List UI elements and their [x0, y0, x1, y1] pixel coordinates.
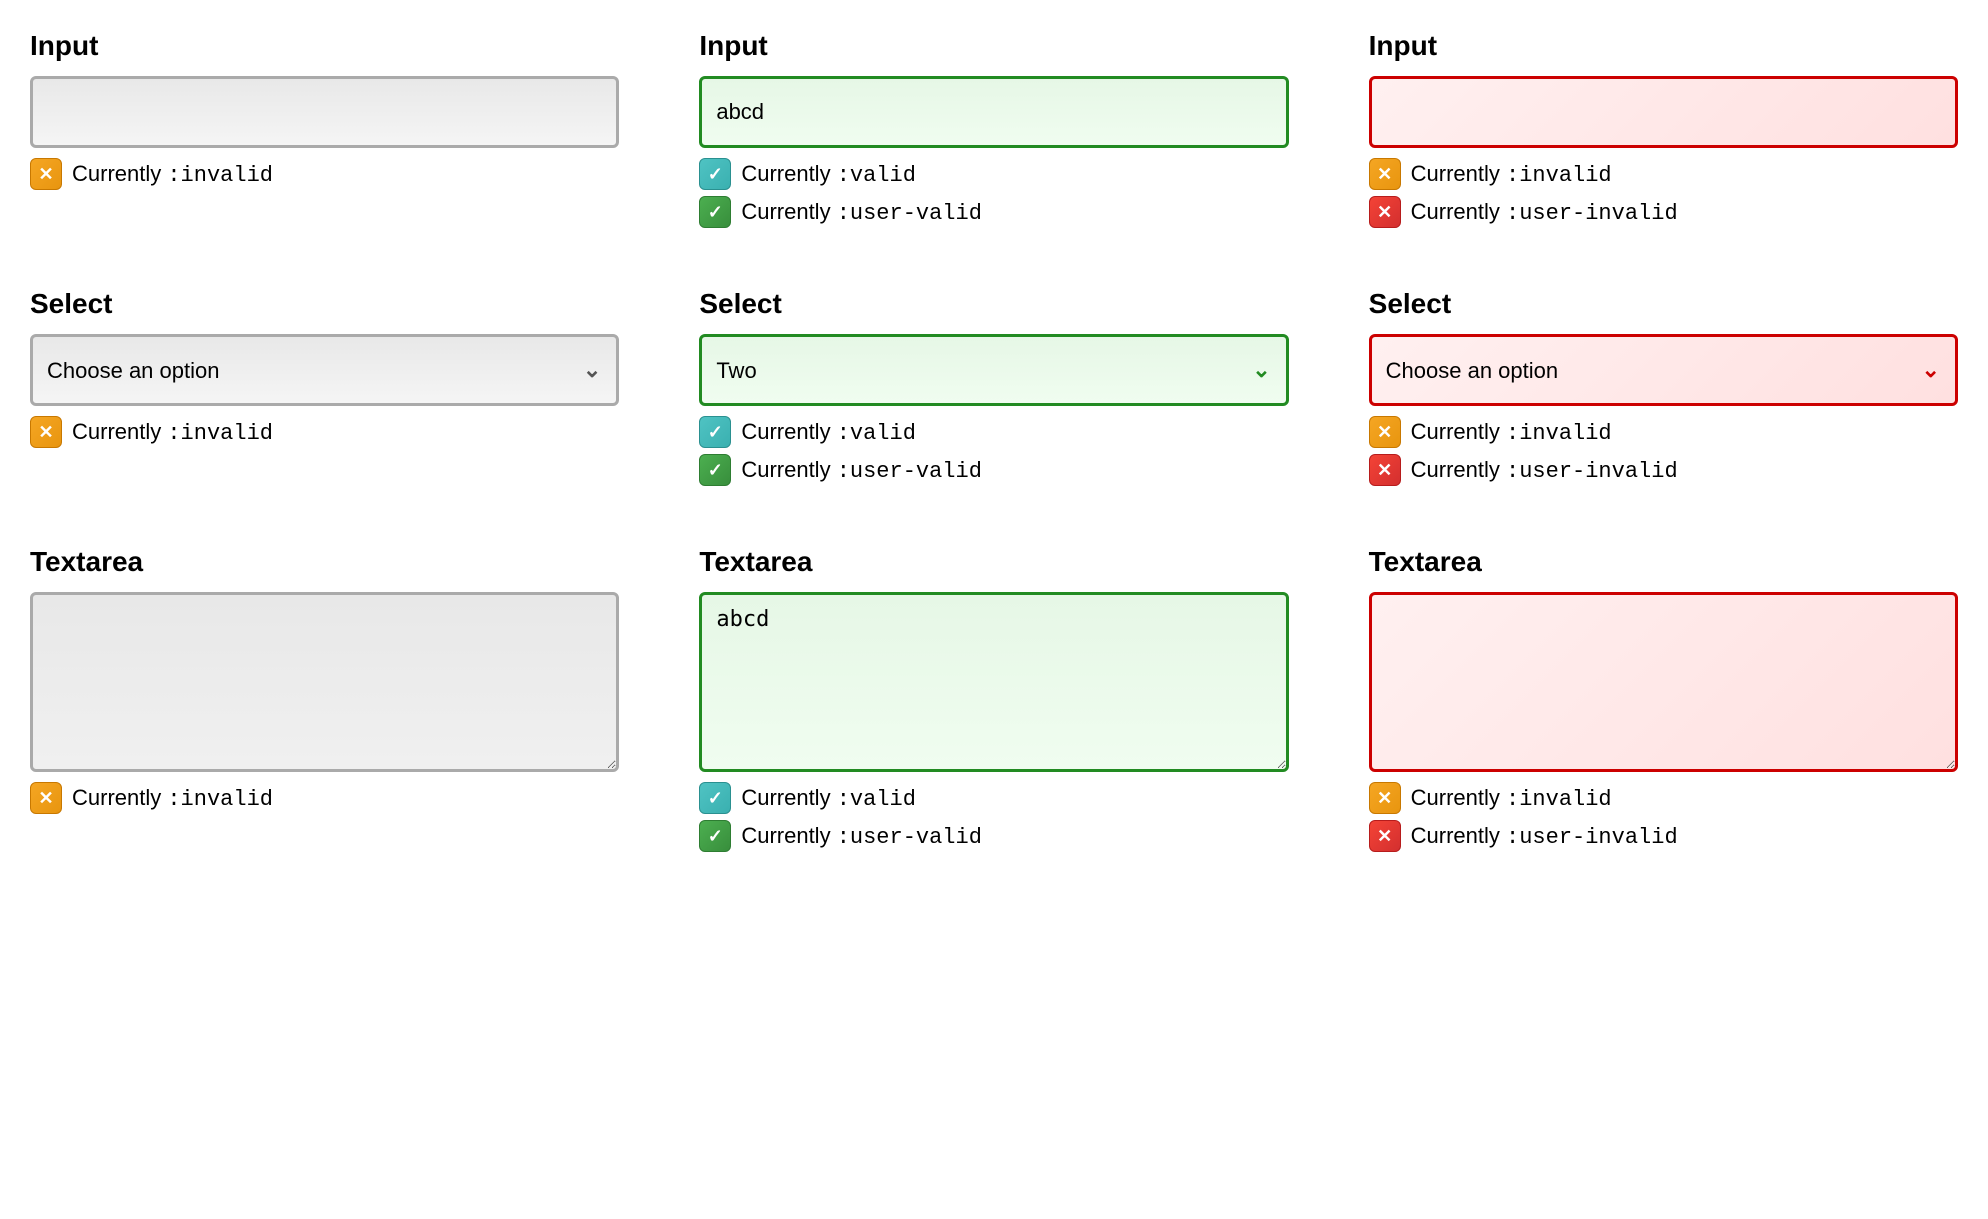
cell-input-invalid: Input ✕ Currently :invalid ✕ Currently :… — [1369, 30, 1958, 228]
textarea-default[interactable] — [30, 592, 619, 772]
select-valid[interactable]: Choose an option One Two Three — [699, 334, 1288, 406]
status-text-valid-1: Currently :valid — [741, 161, 916, 188]
input-valid[interactable] — [699, 76, 1288, 148]
status-text-user-invalid-input-1: Currently :user-invalid — [1411, 199, 1678, 226]
status-list-input-invalid: ✕ Currently :invalid ✕ Currently :user-i… — [1369, 158, 1958, 228]
status-text-invalid-1: Currently :invalid — [72, 161, 273, 188]
badge-green-1: ✓ — [699, 196, 731, 228]
status-item-select-user-invalid-1: ✕ Currently :user-invalid — [1369, 454, 1958, 486]
label-input-invalid: Input — [1369, 30, 1958, 62]
status-text-textarea-invalid-1: Currently :invalid — [72, 785, 273, 812]
status-item-user-invalid-input-1: ✕ Currently :user-invalid — [1369, 196, 1958, 228]
select-invalid[interactable]: Choose an option One Two Three — [1369, 334, 1958, 406]
label-select-valid: Select — [699, 288, 1288, 320]
select-default[interactable]: Choose an option One Two Three — [30, 334, 619, 406]
status-item-select-invalid-col3-1: ✕ Currently :invalid — [1369, 416, 1958, 448]
badge-orange-select-default: ✕ — [30, 416, 62, 448]
cell-textarea-invalid: Textarea ✕ Currently :invalid ✕ Currentl… — [1369, 546, 1958, 852]
status-item-textarea-user-invalid-1: ✕ Currently :user-invalid — [1369, 820, 1958, 852]
status-list-textarea-valid: ✓ Currently :valid ✓ Currently :user-val… — [699, 782, 1288, 852]
cell-select-default: Select Choose an option One Two Three ⌄ … — [30, 288, 619, 486]
badge-orange-input-invalid: ✕ — [1369, 158, 1401, 190]
input-invalid[interactable] — [1369, 76, 1958, 148]
status-text-select-user-invalid-1: Currently :user-invalid — [1411, 457, 1678, 484]
label-select-default: Select — [30, 288, 619, 320]
badge-red-textarea-invalid: ✕ — [1369, 820, 1401, 852]
cell-input-valid: Input ✓ Currently :valid ✓ Currently :us… — [699, 30, 1288, 228]
badge-orange-textarea-default: ✕ — [30, 782, 62, 814]
status-text-textarea-user-invalid-1: Currently :user-invalid — [1411, 823, 1678, 850]
status-item-textarea-valid-1: ✓ Currently :valid — [699, 782, 1288, 814]
status-text-select-valid-1: Currently :valid — [741, 419, 916, 446]
status-list-input-default: ✕ Currently :invalid — [30, 158, 619, 190]
badge-orange-1: ✕ — [30, 158, 62, 190]
label-textarea-valid: Textarea — [699, 546, 1288, 578]
badge-red-select-invalid: ✕ — [1369, 454, 1401, 486]
textarea-invalid[interactable] — [1369, 592, 1958, 772]
cell-textarea-default: Textarea ✕ Currently :invalid — [30, 546, 619, 852]
textarea-valid[interactable]: abcd — [699, 592, 1288, 772]
status-item-textarea-user-valid-1: ✓ Currently :user-valid — [699, 820, 1288, 852]
badge-blue-select-valid: ✓ — [699, 416, 731, 448]
status-list-textarea-invalid: ✕ Currently :invalid ✕ Currently :user-i… — [1369, 782, 1958, 852]
label-textarea-invalid: Textarea — [1369, 546, 1958, 578]
cell-textarea-valid: Textarea abcd ✓ Currently :valid ✓ Curre… — [699, 546, 1288, 852]
status-item-invalid-1: ✕ Currently :invalid — [30, 158, 619, 190]
status-text-textarea-valid-1: Currently :valid — [741, 785, 916, 812]
status-list-textarea-default: ✕ Currently :invalid — [30, 782, 619, 814]
label-select-invalid: Select — [1369, 288, 1958, 320]
status-list-select-valid: ✓ Currently :valid ✓ Currently :user-val… — [699, 416, 1288, 486]
status-text-select-invalid-1: Currently :invalid — [72, 419, 273, 446]
status-item-valid-1: ✓ Currently :valid — [699, 158, 1288, 190]
status-text-select-user-valid-1: Currently :user-valid — [741, 457, 982, 484]
status-item-textarea-invalid-col3-1: ✕ Currently :invalid — [1369, 782, 1958, 814]
status-item-select-valid-1: ✓ Currently :valid — [699, 416, 1288, 448]
badge-red-input-invalid: ✕ — [1369, 196, 1401, 228]
status-text-textarea-user-valid-1: Currently :user-valid — [741, 823, 982, 850]
label-input-default: Input — [30, 30, 619, 62]
status-item-select-invalid-1: ✕ Currently :invalid — [30, 416, 619, 448]
status-item-user-valid-1: ✓ Currently :user-valid — [699, 196, 1288, 228]
input-default[interactable] — [30, 76, 619, 148]
cell-select-invalid: Select Choose an option One Two Three ⌄ … — [1369, 288, 1958, 486]
status-text-textarea-invalid-col3-1: Currently :invalid — [1411, 785, 1612, 812]
select-wrapper-invalid: Choose an option One Two Three ⌄ — [1369, 334, 1958, 406]
cell-select-valid: Select Choose an option One Two Three ⌄ … — [699, 288, 1288, 486]
label-input-valid: Input — [699, 30, 1288, 62]
status-list-select-invalid: ✕ Currently :invalid ✕ Currently :user-i… — [1369, 416, 1958, 486]
badge-green-textarea-valid: ✓ — [699, 820, 731, 852]
status-list-input-valid: ✓ Currently :valid ✓ Currently :user-val… — [699, 158, 1288, 228]
status-list-select-default: ✕ Currently :invalid — [30, 416, 619, 448]
main-grid: Input ✕ Currently :invalid Input ✓ Curre… — [30, 30, 1958, 852]
badge-blue-textarea-valid: ✓ — [699, 782, 731, 814]
status-item-textarea-invalid-1: ✕ Currently :invalid — [30, 782, 619, 814]
badge-orange-textarea-invalid: ✕ — [1369, 782, 1401, 814]
status-text-select-invalid-col3-1: Currently :invalid — [1411, 419, 1612, 446]
status-item-select-user-valid-1: ✓ Currently :user-valid — [699, 454, 1288, 486]
status-text-invalid-input-1: Currently :invalid — [1411, 161, 1612, 188]
cell-input-default: Input ✕ Currently :invalid — [30, 30, 619, 228]
select-wrapper-default: Choose an option One Two Three ⌄ — [30, 334, 619, 406]
badge-blue-1: ✓ — [699, 158, 731, 190]
label-textarea-default: Textarea — [30, 546, 619, 578]
status-text-user-valid-1: Currently :user-valid — [741, 199, 982, 226]
select-wrapper-valid: Choose an option One Two Three ⌄ — [699, 334, 1288, 406]
badge-orange-select-invalid: ✕ — [1369, 416, 1401, 448]
status-item-invalid-input-1: ✕ Currently :invalid — [1369, 158, 1958, 190]
badge-green-select-valid: ✓ — [699, 454, 731, 486]
